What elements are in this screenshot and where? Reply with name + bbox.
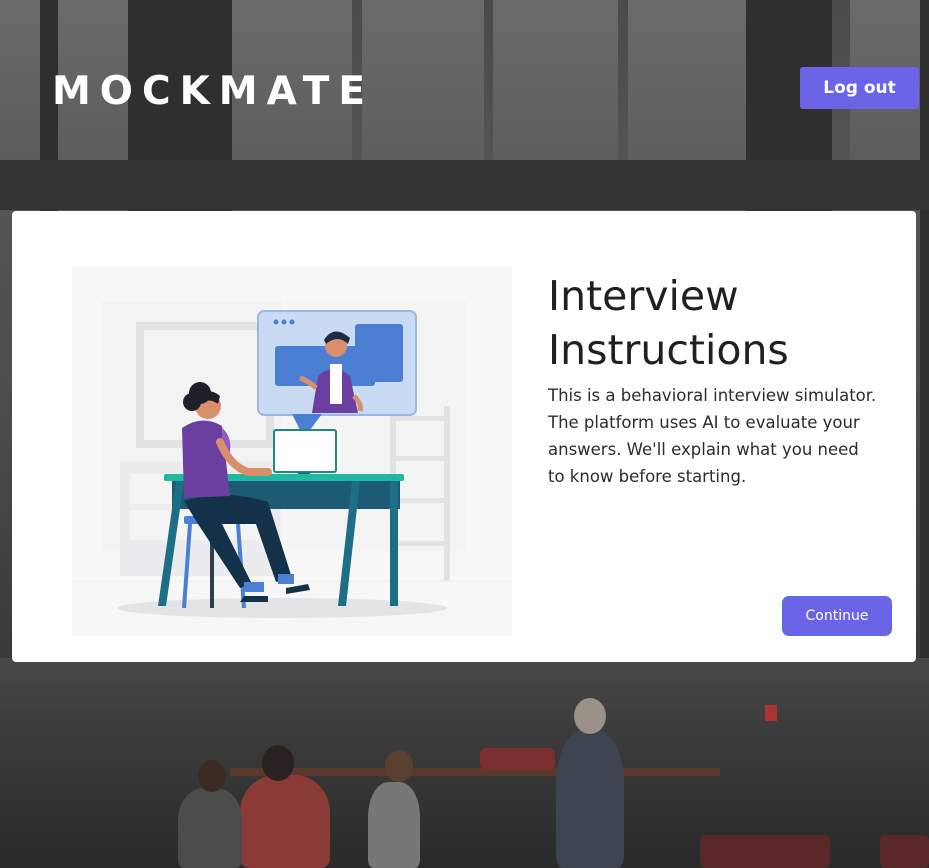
- logout-button[interactable]: Log out: [800, 67, 919, 109]
- instructions-card: Interview Instructions This is a behavio…: [12, 211, 916, 662]
- brand-logo: MOCKMATE: [52, 69, 375, 114]
- page-title: Interview Instructions: [548, 272, 789, 374]
- video-interview-illustration-icon: [72, 266, 512, 636]
- continue-button[interactable]: Continue: [782, 596, 892, 636]
- instructions-description: This is a behavioral interview simulator…: [548, 386, 877, 486]
